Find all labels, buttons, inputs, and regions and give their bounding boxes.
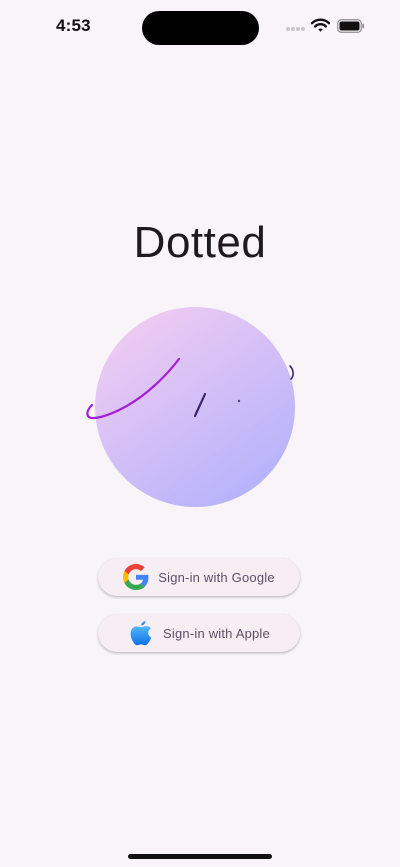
apple-signin-button[interactable]: Sign-in with Apple	[98, 614, 300, 652]
battery-icon	[337, 19, 365, 33]
drawn-stroke-arc	[289, 365, 294, 380]
dynamic-island	[142, 11, 259, 45]
google-signin-label: Sign-in with Google	[158, 569, 275, 585]
home-indicator[interactable]	[128, 854, 272, 859]
logo-circle-art	[86, 307, 295, 507]
cellular-signal-icon	[286, 27, 305, 31]
apple-logo-icon	[130, 620, 152, 646]
wifi-icon	[311, 18, 330, 32]
google-logo-icon	[123, 564, 149, 590]
status-bar: 4:53	[0, 0, 400, 54]
status-time: 4:53	[56, 16, 91, 35]
drawn-dot	[237, 399, 241, 403]
app-title: Dotted	[133, 218, 267, 267]
google-signin-button[interactable]: Sign-in with Google	[98, 558, 300, 596]
apple-signin-label: Sign-in with Apple	[163, 625, 270, 641]
